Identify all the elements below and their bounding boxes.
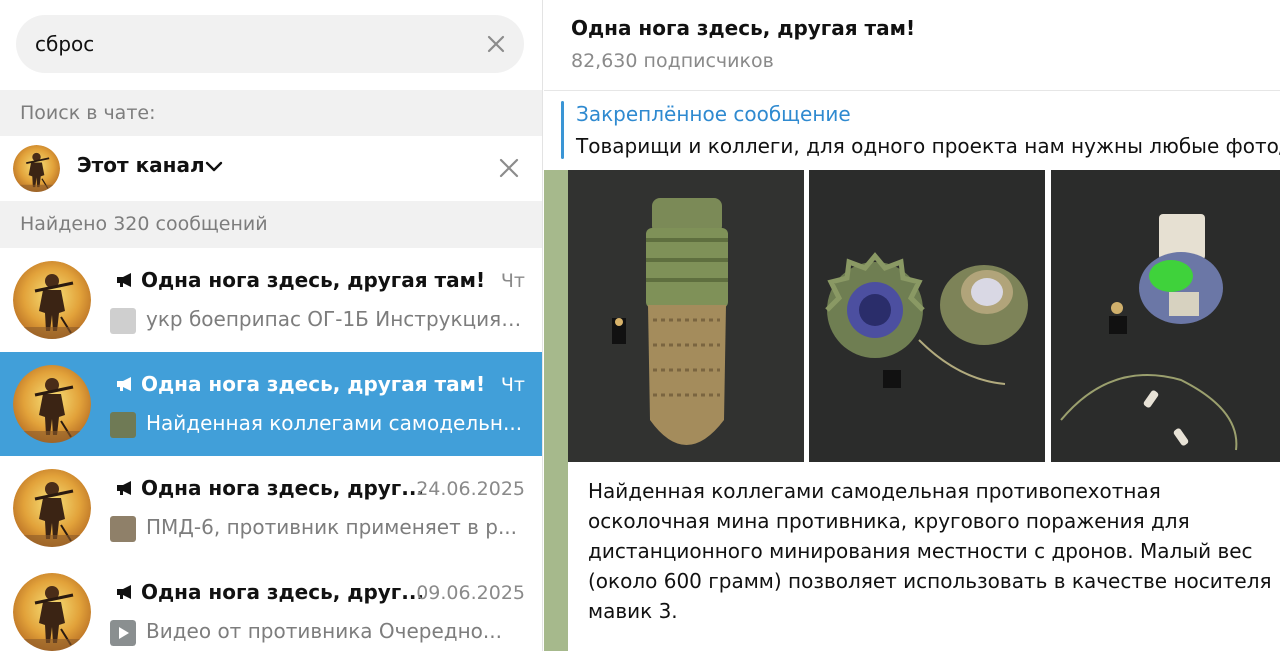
megaphone-icon bbox=[117, 585, 131, 599]
result-snippet: ПМД-6, противник применяет в р... bbox=[146, 515, 518, 539]
chat-header[interactable]: Одна нога здесь, другая там! 82,630 подп… bbox=[544, 0, 1280, 91]
result-date: 09.06.2025 bbox=[416, 582, 525, 604]
result-title-text: Одна нога здесь, друг... bbox=[141, 476, 425, 500]
result-date: Чт bbox=[500, 374, 525, 396]
search-input[interactable] bbox=[35, 15, 475, 73]
avatar bbox=[13, 365, 91, 443]
chat-title: Одна нога здесь, другая там! bbox=[571, 16, 916, 40]
result-thumbnail bbox=[110, 412, 136, 438]
search-sidebar: Поиск в чате: Этот канал Найдено 320 соо… bbox=[0, 0, 543, 651]
results-count-header: Найдено 320 сообщений bbox=[0, 201, 542, 248]
search-result-item[interactable]: Одна нога здесь, другая там! Чт Найденна… bbox=[0, 352, 542, 456]
avatar bbox=[13, 469, 91, 547]
message-text: Найденная коллегами самодельная противоп… bbox=[588, 479, 1272, 623]
pinned-text: Товарищи и коллеги, для одного проекта н… bbox=[576, 134, 1280, 158]
channel-avatar bbox=[13, 145, 60, 192]
pinned-message[interactable]: Закреплённое сообщение Товарищи и коллег… bbox=[544, 92, 1280, 170]
result-title-text: Одна нога здесь, другая там! bbox=[141, 372, 486, 396]
avatar bbox=[13, 261, 91, 339]
megaphone-icon bbox=[117, 377, 131, 391]
result-date: Чт bbox=[500, 270, 525, 292]
result-thumbnail bbox=[110, 516, 136, 542]
subscriber-count: 82,630 подписчиков bbox=[571, 50, 774, 72]
message-photo[interactable] bbox=[568, 170, 804, 462]
message-photo[interactable] bbox=[809, 170, 1045, 462]
close-icon[interactable] bbox=[486, 34, 506, 54]
chat-pane: Одна нога здесь, другая там! 82,630 подп… bbox=[544, 0, 1280, 651]
avatar bbox=[13, 573, 91, 651]
close-icon[interactable] bbox=[498, 157, 520, 179]
chevron-down-icon[interactable] bbox=[205, 160, 223, 174]
search-in-chat-header: Поиск в чате: bbox=[0, 90, 542, 136]
search-box[interactable] bbox=[16, 15, 524, 73]
result-snippet: Найденная коллегами самодельн... bbox=[146, 411, 523, 435]
filter-label[interactable]: Этот канал bbox=[77, 153, 205, 177]
result-title: Одна нога здесь, другая там! bbox=[115, 268, 485, 292]
result-title-text: Одна нога здесь, друг... bbox=[141, 580, 425, 604]
pinned-indicator bbox=[561, 101, 564, 159]
result-title-text: Одна нога здесь, другая там! bbox=[141, 268, 486, 292]
megaphone-icon bbox=[117, 481, 131, 495]
result-date: 24.06.2025 bbox=[416, 478, 525, 500]
result-snippet: Видео от противника Очередно... bbox=[146, 619, 502, 643]
result-title: Одна нога здесь, другая там! bbox=[115, 372, 485, 396]
message-bubble: Найденная коллегами самодельная противоп… bbox=[568, 170, 1280, 651]
search-result-item[interactable]: Одна нога здесь, друг... 09.06.2025 Виде… bbox=[0, 560, 542, 651]
result-title: Одна нога здесь, друг... bbox=[115, 580, 424, 604]
result-title: Одна нога здесь, друг... bbox=[115, 476, 424, 500]
result-snippet: укр боеприпас ОГ-1Б Инструкция ... bbox=[146, 307, 526, 331]
result-thumbnail bbox=[110, 308, 136, 334]
video-play-icon bbox=[110, 620, 136, 646]
search-result-item[interactable]: Одна нога здесь, другая там! Чт укр боеп… bbox=[0, 248, 542, 352]
pinned-label: Закреплённое сообщение bbox=[576, 102, 851, 126]
message-photo[interactable] bbox=[1051, 170, 1280, 462]
megaphone-icon bbox=[117, 273, 131, 287]
search-result-item[interactable]: Одна нога здесь, друг... 24.06.2025 ПМД-… bbox=[0, 456, 542, 560]
